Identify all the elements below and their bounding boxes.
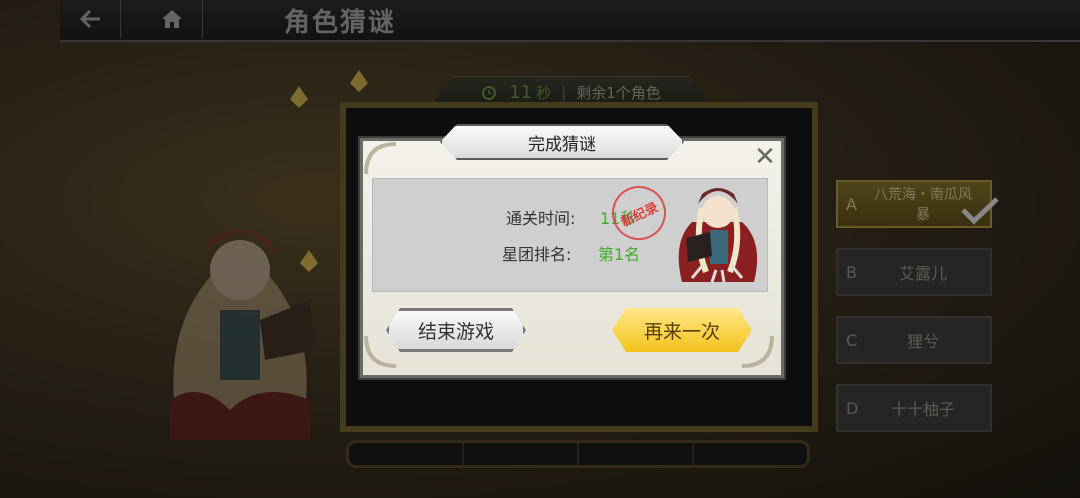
character-avatar xyxy=(678,188,758,283)
corner-ornament-icon xyxy=(364,142,397,175)
dialog-title: 完成猜谜 xyxy=(440,124,684,160)
close-icon[interactable]: ✕ xyxy=(752,144,778,170)
retry-button[interactable]: 再来一次 xyxy=(612,308,752,352)
rank-label: 星团排名: xyxy=(502,245,572,264)
end-game-button[interactable]: 结束游戏 xyxy=(386,308,526,352)
rank-value: 第1名 xyxy=(598,245,641,264)
clear-time-label: 通关时间: xyxy=(506,209,576,228)
